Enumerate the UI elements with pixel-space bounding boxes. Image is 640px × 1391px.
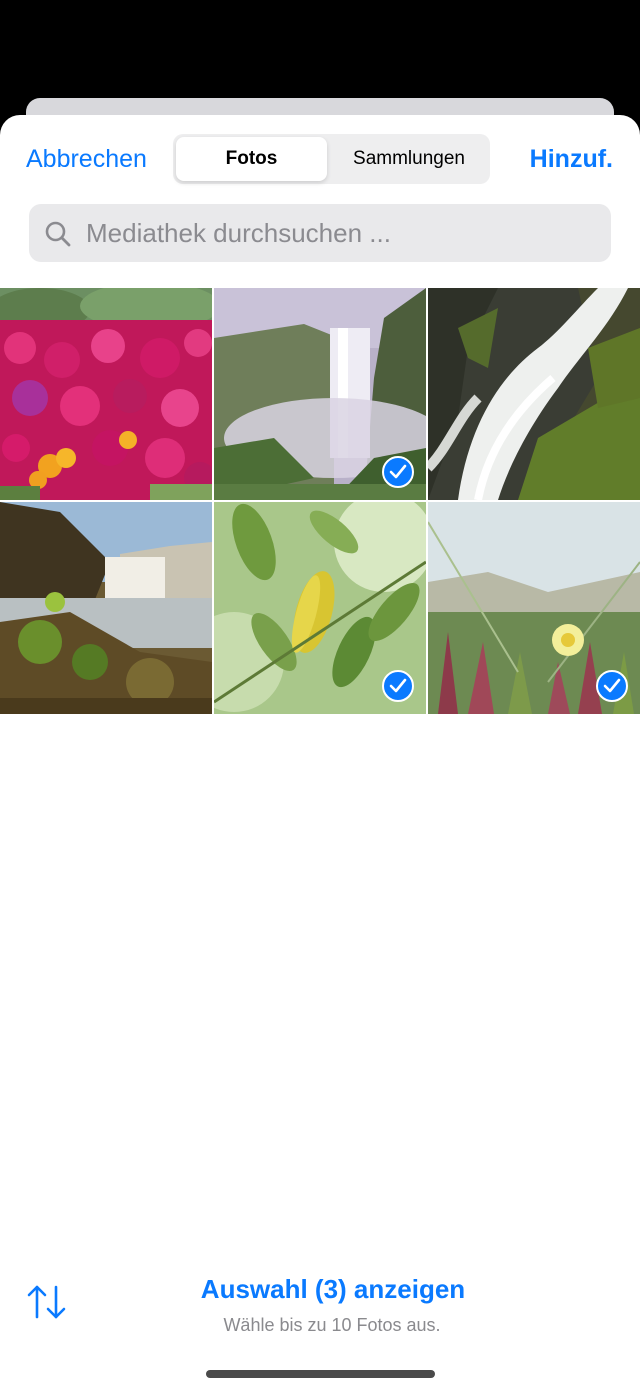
add-button[interactable]: Hinzuf. [530, 145, 613, 174]
photo-tile-coastal-flower[interactable] [428, 502, 640, 714]
search-input[interactable] [86, 204, 586, 262]
photo-tile-rock-waterfall[interactable] [428, 288, 640, 500]
magnifier-icon [45, 221, 71, 247]
photo-tile-mossy-waterfall[interactable] [0, 502, 212, 714]
selected-checkmark-icon [596, 670, 628, 702]
selected-checkmark-icon [382, 456, 414, 488]
photo-tile-flowers[interactable] [0, 288, 212, 500]
segment-photos[interactable]: Fotos [176, 137, 327, 181]
photo-tile-green-leaves[interactable] [214, 502, 426, 714]
selected-checkmark-icon [382, 670, 414, 702]
cancel-button[interactable]: Abbrechen [26, 145, 147, 174]
segmented-control: Fotos Sammlungen [173, 134, 490, 184]
home-indicator[interactable] [206, 1370, 435, 1378]
show-selection-button[interactable]: Auswahl (3) anzeigen [0, 1274, 640, 1305]
search-bar[interactable] [29, 204, 611, 262]
mossy-waterfall-photo [0, 502, 212, 714]
selection-hint: Wähle bis zu 10 Fotos aus. [223, 1315, 441, 1335]
flowers-photo [0, 288, 212, 500]
segment-collections[interactable]: Sammlungen [331, 137, 487, 181]
rock-waterfall-photo [428, 288, 640, 500]
photo-tile-misty-waterfall[interactable] [214, 288, 426, 500]
